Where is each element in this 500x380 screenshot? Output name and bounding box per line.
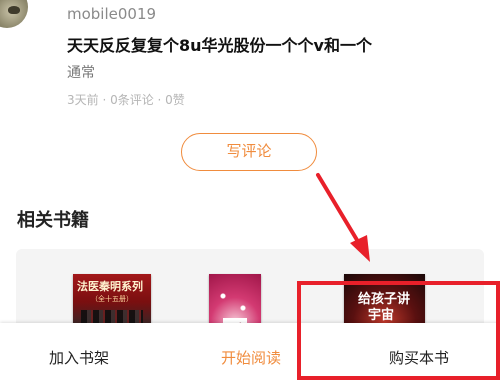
comment-meta: 3天前 · 0条评论 · 0赞 [67, 93, 185, 107]
start-reading-button[interactable]: 开始阅读 [221, 347, 281, 368]
comment-tag: 通常 [67, 65, 95, 81]
avatar-bird-image [8, 6, 20, 14]
add-to-shelf-button[interactable]: 加入书架 [49, 347, 109, 368]
write-review-button[interactable]: 写评论 [181, 133, 317, 171]
comment-username[interactable]: mobile0019 [67, 5, 156, 23]
user-avatar[interactable] [0, 0, 28, 28]
book-cover-subtitle: （全十五册） [91, 295, 133, 303]
annotation-highlight-box [297, 281, 500, 380]
comment-text: 天天反反复复个8u华光股份一个个v和一个 [67, 36, 372, 55]
related-books-title: 相关书籍 [17, 210, 89, 231]
book-cover-title: 法医秦明系列 [77, 280, 143, 293]
